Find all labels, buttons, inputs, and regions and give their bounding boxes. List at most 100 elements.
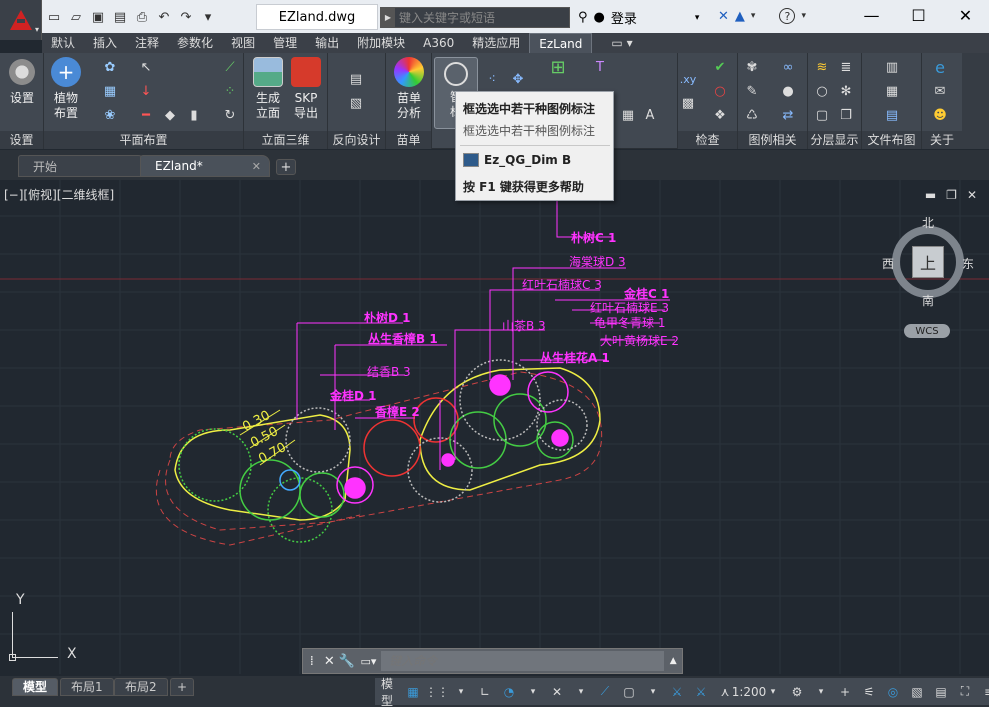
layout-tab-2[interactable]: 布局2	[114, 678, 168, 696]
redo-icon[interactable]: ↷	[178, 9, 194, 25]
layer-flower-icon[interactable]: ✻	[838, 83, 854, 99]
login-label[interactable]: 登录	[611, 8, 637, 27]
viewport-minimize-icon[interactable]: ▬	[925, 188, 936, 202]
model-space-button[interactable]: 模型	[379, 677, 399, 707]
wcs-button[interactable]: WCS	[904, 324, 950, 338]
exchange-icon[interactable]: ✕	[718, 9, 729, 24]
tab-output[interactable]: 输出	[306, 33, 348, 53]
help-icon[interactable]: ?	[779, 8, 796, 24]
isodraft-icon[interactable]: ⟋	[595, 681, 615, 703]
tab-default[interactable]: 默认	[42, 33, 84, 53]
cluster-icon[interactable]: ❀	[102, 107, 118, 123]
minimize-button[interactable]: —	[848, 0, 895, 30]
plant-label[interactable]: 大叶黄杨球E 2	[600, 332, 679, 349]
layer-list-icon[interactable]: ≣	[838, 59, 854, 75]
close-button[interactable]: ✕	[942, 0, 989, 30]
table-icon[interactable]: ▤	[348, 71, 364, 87]
tab-annotate[interactable]: 注释	[126, 33, 168, 53]
plant-label[interactable]: 海棠球D 3	[569, 253, 626, 270]
select-icon[interactable]: ↖	[138, 59, 154, 75]
snap-icon[interactable]: ⋮⋮	[425, 681, 449, 703]
viewcube[interactable]: 上 北 南 东 西	[882, 216, 974, 308]
file-tab-start[interactable]: 开始	[18, 155, 146, 177]
tree-check-icon[interactable]: ❖	[712, 107, 728, 123]
tab-parametric[interactable]: 参数化	[168, 33, 222, 53]
plant-label[interactable]: 红叶石楠球C 3	[522, 276, 602, 293]
settings-button[interactable]: 设置	[0, 57, 44, 106]
customize-menu-icon[interactable]: ≡	[979, 681, 989, 703]
undo-icon[interactable]: ↶	[156, 9, 172, 25]
hardware-accel-icon[interactable]: ◎	[883, 681, 903, 703]
tab-ezland[interactable]: EzLand	[529, 33, 593, 53]
command-prompt-icon[interactable]: ▭▾	[356, 650, 381, 672]
object-snap-icon[interactable]: ▢	[619, 681, 639, 703]
email-icon[interactable]: ✉	[932, 83, 948, 99]
ie-icon[interactable]: e	[932, 58, 948, 77]
drawing-canvas[interactable]: 朴树C 1 海棠球D 3 红叶石楠球C 3 金桂C 1 红叶石楠球E 3 龟甲冬…	[0, 180, 989, 674]
legend-swap-icon[interactable]: ⇄	[780, 107, 796, 123]
plant-label[interactable]: 香樟E 2	[375, 403, 420, 420]
xy-label[interactable]: .xy	[680, 71, 697, 87]
legend-tree-icon[interactable]: ✾	[744, 59, 760, 75]
layout-tab-1[interactable]: 布局1	[60, 678, 114, 696]
customize-qat-icon[interactable]: ▾	[200, 9, 216, 25]
legend-link-icon[interactable]: ∞	[780, 59, 796, 75]
search-input[interactable]: 键入关键字或短语	[399, 9, 495, 26]
plant-label[interactable]: 朴树C 1	[571, 229, 616, 246]
plus-icon[interactable]: +	[835, 681, 855, 703]
workspace-gear-icon[interactable]: ⚙	[787, 681, 807, 703]
plant-label[interactable]: 丛生香樟B 1	[368, 330, 438, 347]
array-icon[interactable]: ⁘	[222, 83, 238, 99]
save-as-icon[interactable]: ▤	[112, 9, 128, 25]
tab-insert[interactable]: 插入	[84, 33, 126, 53]
viewport-close-icon[interactable]: ✕	[967, 188, 977, 202]
save-icon[interactable]: ▣	[90, 9, 106, 25]
tab-overflow-button[interactable]: ▭ ▾	[602, 33, 641, 53]
seedlist-analysis-button[interactable]: 苗单 分析	[387, 57, 431, 121]
annotation-visibility-icon[interactable]: ⚔	[667, 681, 687, 703]
close-icon[interactable]: ✕	[321, 650, 339, 672]
compass-west[interactable]: 西	[882, 255, 894, 272]
tab-a360[interactable]: A360	[414, 33, 463, 53]
grid-check-icon[interactable]: ▩	[680, 95, 696, 111]
text-style-icon[interactable]: T	[592, 59, 608, 75]
application-menu-button[interactable]: ▾	[0, 0, 42, 40]
layer-icon[interactable]: ≋	[814, 59, 830, 75]
layer-circle-icon[interactable]: ○	[814, 83, 830, 99]
isolate-objects-icon[interactable]: ⚟	[859, 681, 879, 703]
layer-square-icon[interactable]: ▢	[814, 107, 830, 123]
layer-copy-icon[interactable]: ❐	[838, 107, 854, 123]
viewport-label[interactable]: [−][俯视][二维线框]	[4, 186, 114, 203]
pin-icon[interactable]: ↓	[138, 83, 154, 99]
move-icon[interactable]: ✥	[510, 71, 526, 87]
chevron-down-icon[interactable]: ▾	[523, 681, 543, 703]
print-icon[interactable]: ⎙	[134, 9, 150, 25]
osnap-tracking-icon[interactable]: ✕	[547, 681, 567, 703]
tree-icon[interactable]: ✿	[102, 59, 118, 75]
plant-label[interactable]: 龟甲冬青球 1	[594, 314, 665, 331]
plant-label[interactable]: 金桂D 1	[330, 387, 377, 404]
legend-sphere-icon[interactable]: ●	[780, 83, 796, 99]
maximize-button[interactable]: ☐	[895, 0, 942, 30]
file-table-icon[interactable]: ▤	[884, 107, 900, 123]
new-tab-button[interactable]: +	[276, 159, 296, 175]
flow-icon[interactable]: ▧	[348, 95, 364, 111]
tab-view[interactable]: 视图	[222, 33, 264, 53]
chevron-down-icon[interactable]: ▾	[811, 681, 831, 703]
command-input[interactable]	[381, 651, 665, 671]
clean-screen-icon[interactable]: ▧	[907, 681, 927, 703]
search-box[interactable]: ▶ 键入关键字或短语	[380, 7, 570, 28]
binoculars-icon[interactable]: ⚲	[578, 10, 588, 25]
close-icon[interactable]: ✕	[252, 160, 261, 173]
skp-export-button[interactable]: SKP 导出	[284, 57, 328, 121]
grip-icon[interactable]: ⁞	[303, 650, 321, 672]
text-frame-icon[interactable]: A	[642, 107, 658, 123]
legend-recycle-icon[interactable]: ♺	[744, 107, 760, 123]
measure-icon[interactable]: ⟋	[222, 59, 238, 75]
compass-north[interactable]: 北	[922, 214, 934, 231]
tab-featured-apps[interactable]: 精选应用	[463, 33, 529, 53]
circle-error-icon[interactable]: ○	[712, 83, 728, 99]
plant-layout-button[interactable]: + 植物 布置	[44, 57, 88, 121]
chevron-down-icon[interactable]: ▾	[751, 11, 756, 21]
add-layout-button[interactable]: +	[170, 678, 195, 696]
